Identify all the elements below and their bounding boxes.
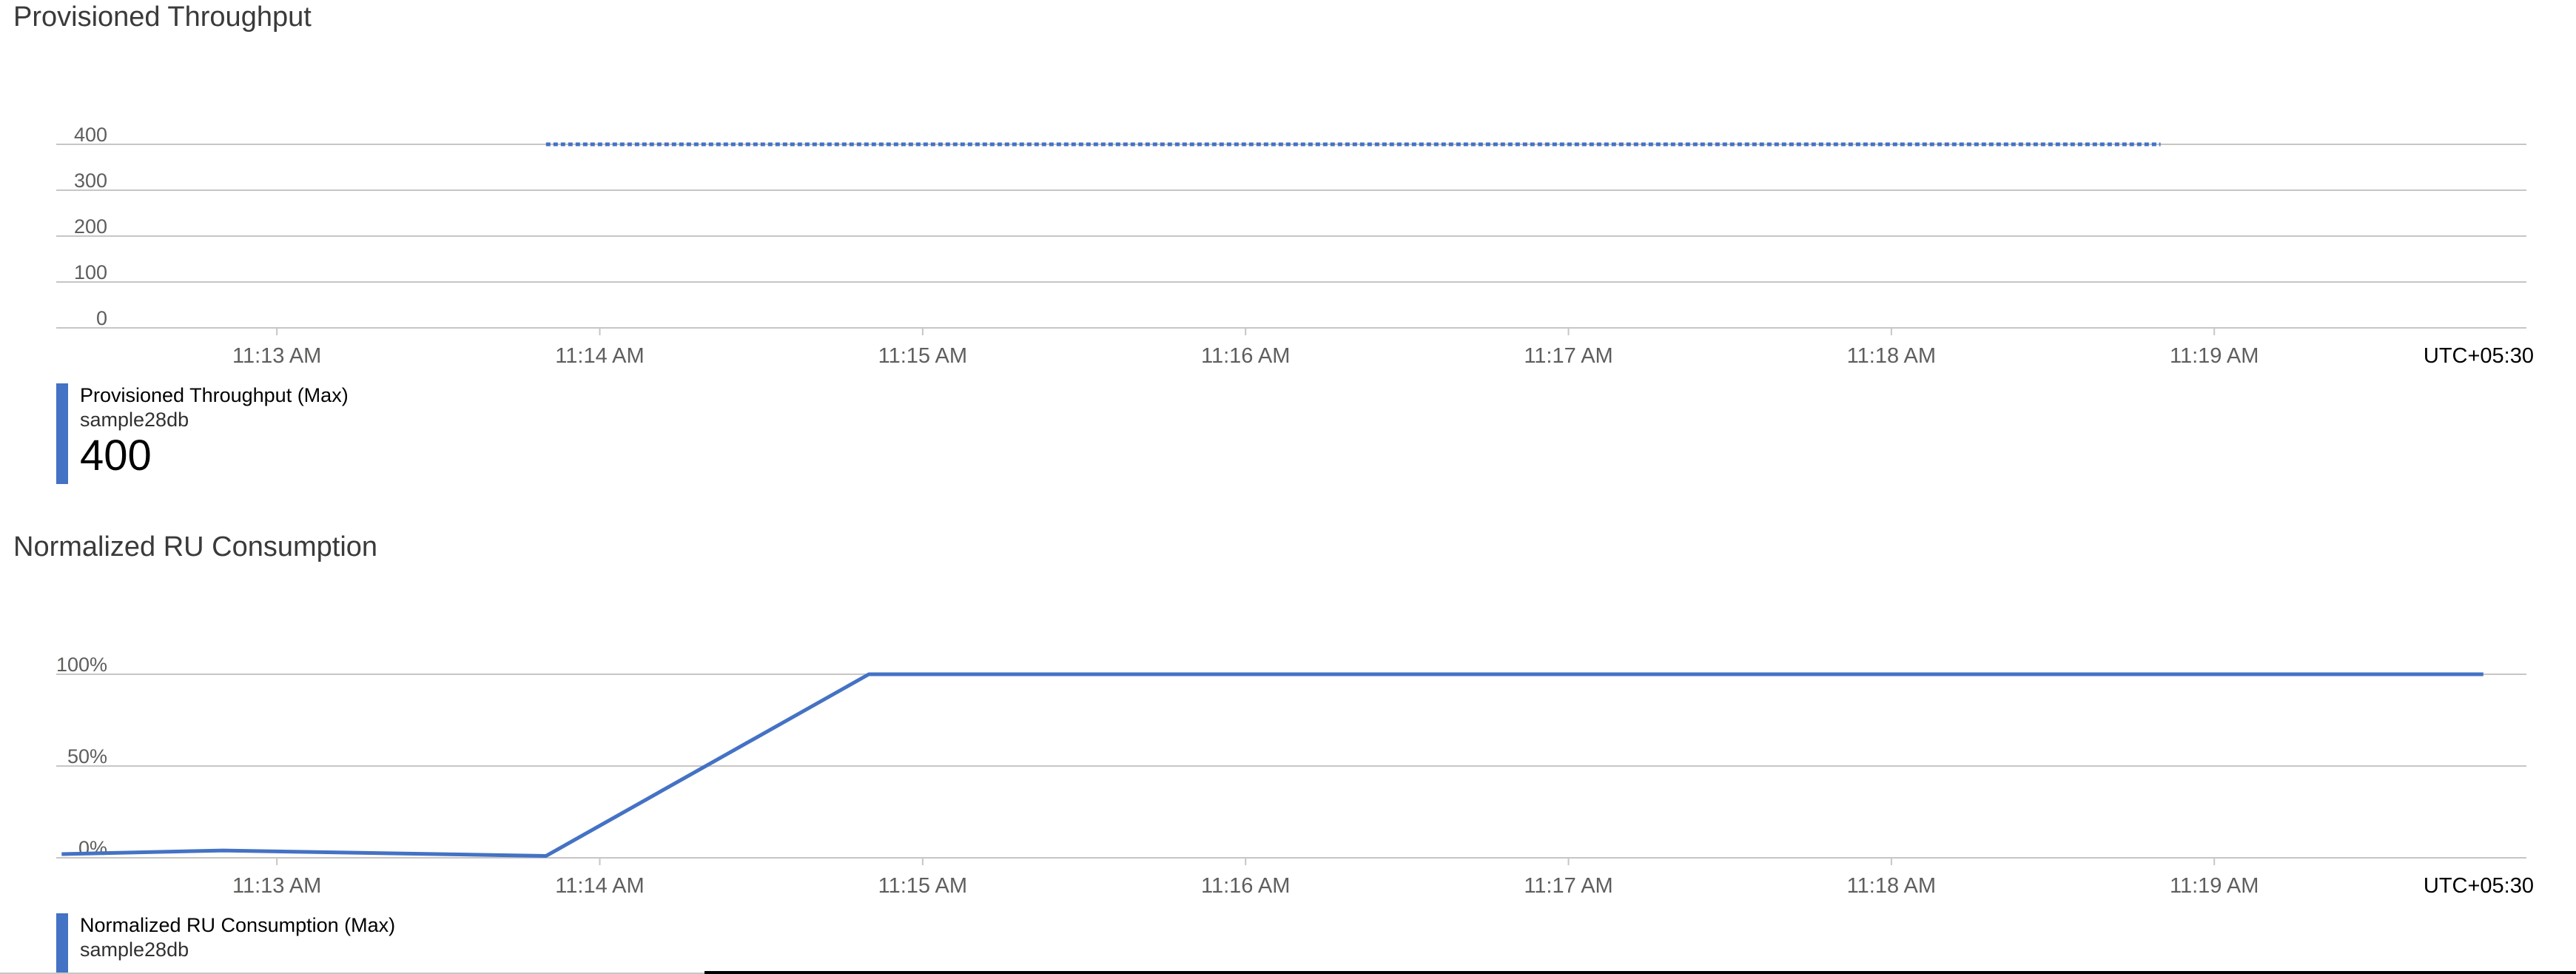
legend-color-swatch — [56, 913, 68, 974]
y-tick-label: 100 — [74, 261, 107, 283]
x-tick-label: 11:14 AM — [555, 344, 644, 368]
x-tick-label: 11:15 AM — [878, 874, 967, 898]
timezone-label: UTC+05:30 — [2424, 344, 2534, 368]
x-tick-label: 11:13 AM — [232, 344, 321, 368]
y-tick-label: 300 — [74, 169, 107, 192]
x-tick-label: 11:19 AM — [2170, 874, 2259, 898]
legend-resource-name: sample28db — [80, 938, 189, 961]
legend-color-swatch — [56, 383, 68, 484]
x-tick-label: 11:17 AM — [1524, 344, 1612, 368]
legend-resource-name: sample28db — [80, 409, 189, 431]
y-tick-label: 0% — [78, 837, 107, 859]
timezone-label: UTC+05:30 — [2424, 874, 2534, 898]
x-tick-label: 11:16 AM — [1201, 874, 1290, 898]
y-tick-label: 50% — [67, 745, 107, 768]
y-tick-label: 100% — [56, 654, 107, 676]
x-tick-label: 11:14 AM — [555, 874, 644, 898]
x-tick-label: 11:18 AM — [1847, 344, 1936, 368]
normalized-ru-consumption-chart: 0% 50% 100% 11:13 AM 11:14 AM 11:15 AM 11:16 A… — [56, 654, 2534, 898]
y-tick-label: 200 — [74, 215, 107, 238]
x-tick-label: 11:19 AM — [2170, 344, 2259, 368]
x-tick-label: 11:17 AM — [1524, 874, 1612, 898]
x-tick-label: 11:16 AM — [1201, 344, 1290, 368]
provisioned-throughput-chart: 0 100 200 300 400 11:13 AM 11:14 AM 11:15 AM 11:… — [56, 124, 2534, 368]
x-tick-label: 11:13 AM — [232, 874, 321, 898]
x-tick-label: 11:15 AM — [878, 344, 967, 368]
y-tick-label: 400 — [74, 124, 107, 146]
y-tick-label: 0 — [96, 307, 107, 329]
legend-value: 400 — [80, 431, 152, 480]
legend-metric-name: Normalized RU Consumption (Max) — [80, 914, 396, 936]
bottom-scrollbar[interactable] — [704, 971, 2576, 974]
legend-metric-name: Provisioned Throughput (Max) — [80, 384, 349, 406]
series-line[interactable] — [61, 672, 2483, 858]
x-tick-label: 11:18 AM — [1847, 874, 1936, 898]
